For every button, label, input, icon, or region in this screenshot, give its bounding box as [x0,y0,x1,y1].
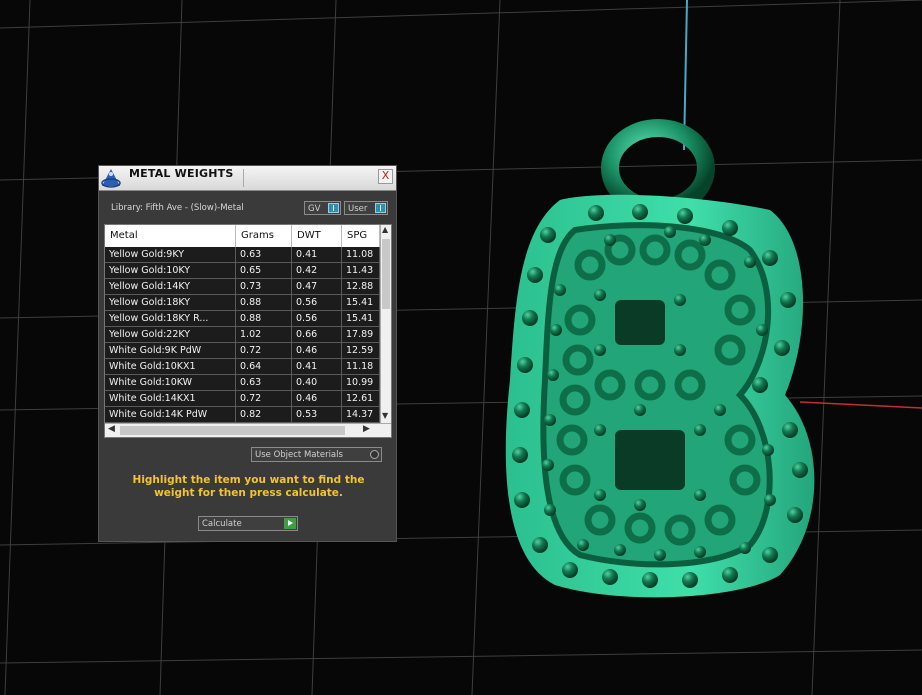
cell-dwt: 0.42 [292,263,342,278]
cell-spg: 11.08 [342,247,380,262]
scroll-left-icon[interactable]: ◀ [108,424,115,434]
table-row[interactable]: Yellow Gold:10KY 0.65 0.42 11.43 [105,263,380,279]
table-row[interactable]: Yellow Gold:22KY 1.02 0.66 17.89 [105,327,380,343]
table-header: Metal Grams DWT SPG [105,225,380,247]
cell-metal: White Gold:10KW [105,375,236,390]
table-row[interactable]: White Gold:10KW 0.63 0.40 10.99 [105,375,380,391]
cell-dwt: 0.41 [292,247,342,262]
column-header-dwt[interactable]: DWT [292,225,342,247]
use-object-materials-toggle[interactable]: Use Object Materials [251,447,382,462]
instruction-text: Highlight the item you want to find the … [132,474,365,499]
cell-metal: White Gold:9K PdW [105,343,236,358]
cell-spg: 11.43 [342,263,380,278]
b-hole-top [615,300,665,345]
cell-dwt: 0.46 [292,391,342,406]
cell-dwt: 0.46 [292,343,342,358]
cell-spg: 17.89 [342,327,380,342]
cell-grams: 0.82 [236,407,292,422]
cell-dwt: 0.66 [292,327,342,342]
play-icon [284,518,296,529]
table-row[interactable]: White Gold:10KX1 0.64 0.41 11.18 [105,359,380,375]
calculate-label: Calculate [202,519,242,529]
user-toggle[interactable]: User [344,201,388,215]
cell-metal: Yellow Gold:14KY [105,279,236,294]
cell-metal: Yellow Gold:22KY [105,327,236,342]
column-header-grams[interactable]: Grams [236,225,292,247]
cell-grams: 0.88 [236,295,292,310]
gv-label: GV [308,204,321,214]
b-hole-bottom [615,430,685,490]
horizontal-scrollbar[interactable]: ◀ ▶ [105,423,391,437]
cell-grams: 0.72 [236,391,292,406]
cell-metal: Yellow Gold:18KY [105,295,236,310]
user-label: User [348,204,368,214]
cell-grams: 1.02 [236,327,292,342]
column-header-spg[interactable]: SPG [342,225,380,247]
cell-grams: 0.63 [236,247,292,262]
table-row[interactable]: Yellow Gold:18KY 0.88 0.56 15.41 [105,295,380,311]
vertical-scrollbar[interactable]: ▲ ▼ [380,225,391,423]
cell-spg: 10.99 [342,375,380,390]
pendant-model [505,119,815,598]
scroll-right-icon[interactable]: ▶ [363,424,370,434]
cell-grams: 0.73 [236,279,292,294]
cell-grams: 0.63 [236,375,292,390]
x-axis-line [799,401,922,409]
cell-spg: 15.41 [342,295,380,310]
toggle-knob-icon [328,203,339,213]
table-body: Yellow Gold:9KY 0.63 0.41 11.08 Yellow Gold… [105,247,380,423]
cell-spg: 11.18 [342,359,380,374]
gv-toggle[interactable]: GV [304,201,341,215]
cell-spg: 12.61 [342,391,380,406]
cell-grams: 0.64 [236,359,292,374]
cell-metal: Yellow Gold:9KY [105,247,236,262]
cell-grams: 0.88 [236,311,292,326]
app-logo-icon [101,169,121,188]
title-divider [243,169,244,187]
cell-dwt: 0.56 [292,311,342,326]
scroll-down-icon[interactable]: ▼ [382,411,388,420]
cell-dwt: 0.41 [292,359,342,374]
cell-dwt: 0.56 [292,295,342,310]
cell-metal: White Gold:10KX1 [105,359,236,374]
table-row[interactable]: White Gold:9K PdW 0.72 0.46 12.59 [105,343,380,359]
cell-grams: 0.72 [236,343,292,358]
cell-spg: 12.59 [342,343,380,358]
use-object-materials-label: Use Object Materials [255,450,343,460]
panel-title: METAL WEIGHTS [129,167,234,180]
panel-titlebar[interactable]: METAL WEIGHTS X [99,166,396,191]
cell-metal: Yellow Gold:18KY R... [105,311,236,326]
table-row[interactable]: White Gold:14K PdW 0.82 0.53 14.37 [105,407,380,423]
horizontal-scroll-thumb[interactable] [120,426,345,435]
cell-metal: White Gold:14KX1 [105,391,236,406]
library-label: Library: Fifth Ave - (Slow)-Metal [111,203,244,213]
cell-dwt: 0.47 [292,279,342,294]
toggle-knob-icon [375,203,386,213]
scroll-up-icon[interactable]: ▲ [382,225,388,234]
metal-weights-panel: METAL WEIGHTS X Library: Fifth Ave - (Sl… [98,165,397,542]
cell-dwt: 0.53 [292,407,342,422]
table-row[interactable]: Yellow Gold:18KY R... 0.88 0.56 15.41 [105,311,380,327]
metal-weights-table: Metal Grams DWT SPG Yellow Gold:9KY 0.63 0… [104,224,392,438]
cell-metal: White Gold:14K PdW [105,407,236,422]
column-header-metal[interactable]: Metal [105,225,236,247]
cell-metal: Yellow Gold:10KY [105,263,236,278]
cell-spg: 15.41 [342,311,380,326]
radio-icon [370,450,379,459]
table-row[interactable]: White Gold:14KX1 0.72 0.46 12.61 [105,391,380,407]
calculate-button[interactable]: Calculate [198,516,298,531]
cell-grams: 0.65 [236,263,292,278]
table-row[interactable]: Yellow Gold:9KY 0.63 0.41 11.08 [105,247,380,263]
cell-spg: 14.37 [342,407,380,422]
cell-spg: 12.88 [342,279,380,294]
vertical-scroll-thumb[interactable] [382,239,390,309]
cell-dwt: 0.40 [292,375,342,390]
close-button[interactable]: X [378,169,393,184]
table-row[interactable]: Yellow Gold:14KY 0.73 0.47 12.88 [105,279,380,295]
